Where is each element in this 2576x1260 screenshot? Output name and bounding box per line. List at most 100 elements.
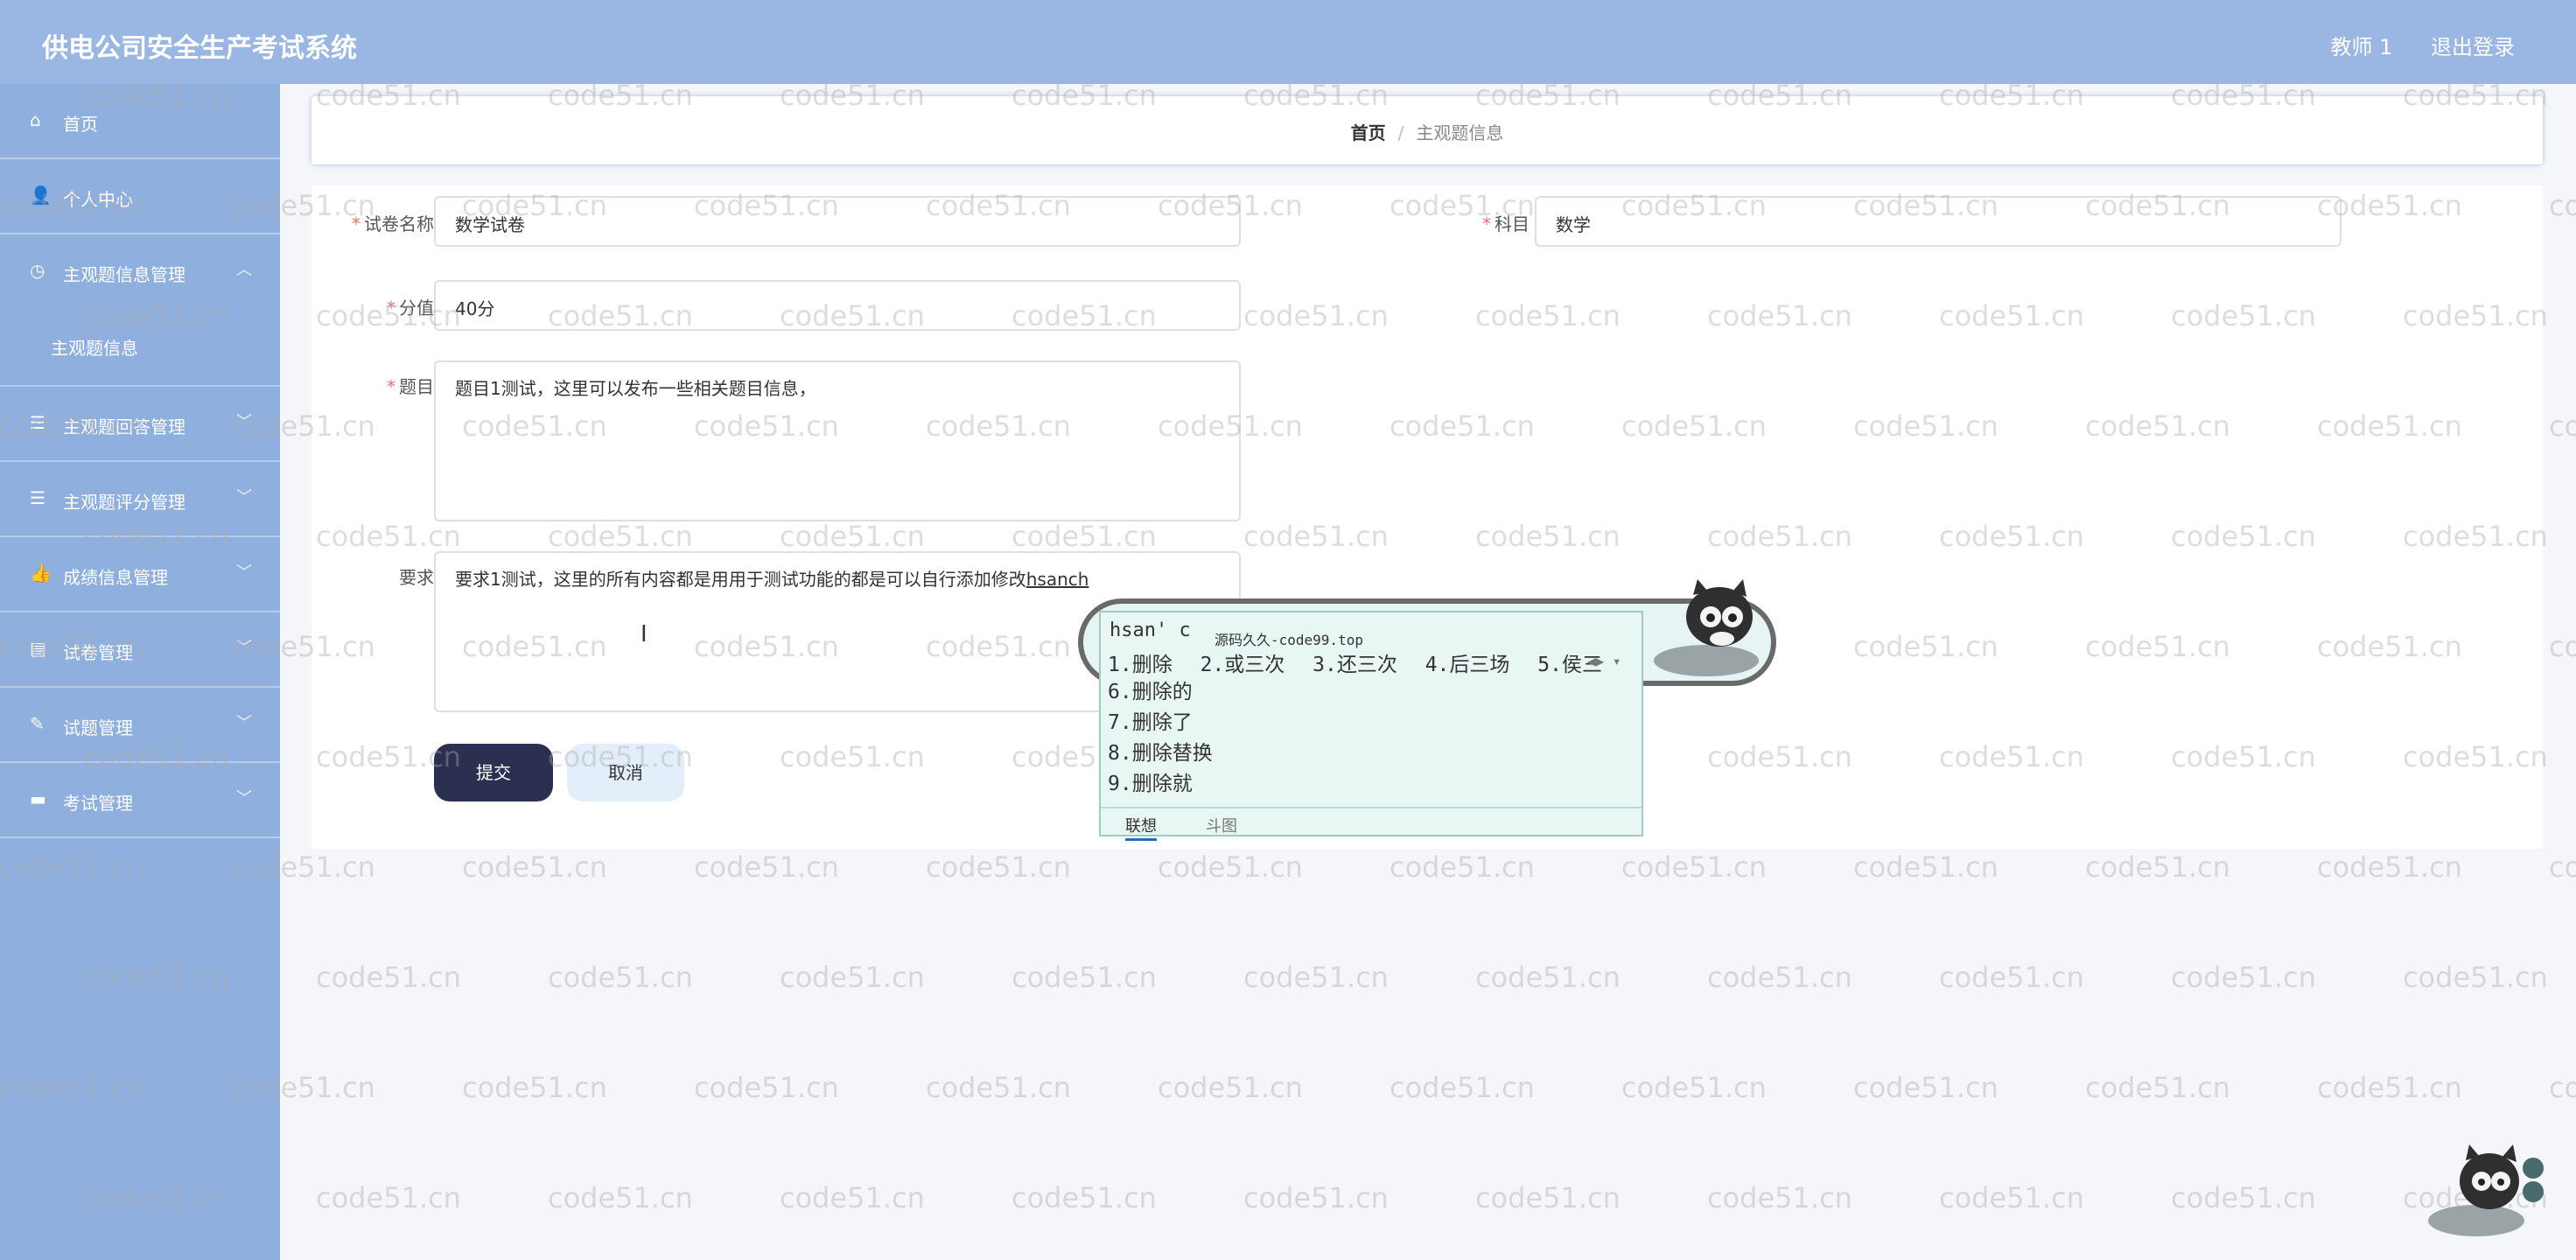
watermark-text: code51.cn	[1243, 961, 1389, 994]
ime-candidates-row: 1.删除 2.或三次 3.还三次 4.后三场 5.侯三	[1108, 648, 1618, 677]
user-icon: 👤	[30, 185, 52, 206]
chevron-down-icon: ﹀	[236, 413, 252, 431]
watermark-text: code51.cn	[1621, 850, 1767, 884]
watermark-text: code51.cn	[462, 850, 607, 884]
watermark-text: code51.cn	[2171, 961, 2316, 994]
ime-page-nav-icon[interactable]: ◀▶ ▾	[1587, 653, 1621, 669]
watermark-text: code51.cn	[1853, 1071, 1998, 1104]
watermark-text: code51.cn	[316, 1181, 461, 1214]
sidebar-item-papers[interactable]: ▤ 试卷管理 ﹀	[0, 612, 280, 688]
watermark-text: code51.cn	[2549, 630, 2576, 663]
chevron-down-icon: ﹀	[236, 714, 252, 732]
watermark-text: code51.cn	[694, 850, 839, 884]
breadcrumb-card: 首页 / 主观题信息	[312, 96, 2543, 164]
ime-input-text: hsan' c	[1110, 620, 1191, 641]
watermark-text: code51.cn	[1853, 850, 1998, 884]
paper-name-label: * 试卷名称	[352, 214, 434, 234]
chevron-down-icon: ﹀	[236, 639, 252, 657]
watermark-text: code51.cn	[2549, 189, 2576, 222]
watermark-text: code51.cn	[1012, 961, 1157, 994]
score-input[interactable]: 40分	[434, 280, 1241, 331]
requirement-text: 要求1测试，这里的所有内容都是用用于测试功能的都是可以自行添加修改	[455, 569, 1026, 590]
ime-candidate[interactable]: 2.或三次	[1200, 654, 1285, 676]
chat-icon: ▬	[30, 788, 46, 809]
corner-mascot-icon	[2428, 1144, 2544, 1236]
submenu-item-subjective-info[interactable]: 主观题信息	[51, 334, 138, 360]
watermark-text: code51.cn	[1939, 1181, 2084, 1214]
sidebar-item-label: 个人中心	[63, 189, 133, 210]
watermark-text: code51.cn	[1939, 961, 2084, 994]
watermark-text: code51.cn	[1158, 1071, 1303, 1104]
sidebar-item-label: 试题管理	[63, 718, 133, 738]
sidebar-item-subjective-score[interactable]: ☰ 主观题评分管理 ﹀	[0, 462, 280, 537]
watermark-text: code51.cn	[1475, 961, 1620, 994]
chevron-down-icon: ﹀	[236, 488, 252, 507]
ime-candidate[interactable]: 3.还三次	[1312, 654, 1397, 676]
watermark-text: code51.cn	[926, 1071, 1071, 1104]
watermark-text: code51.cn	[1012, 1181, 1157, 1214]
ime-candidate[interactable]: 6.删除的	[1108, 677, 1213, 708]
ime-candidate[interactable]: 8.删除替换	[1108, 738, 1213, 769]
current-user[interactable]: 教师 1	[2330, 35, 2392, 60]
list-icon: ☰	[30, 412, 46, 433]
watermark-text: code51.cn	[1707, 1181, 1852, 1214]
sidebar-item-grades[interactable]: 👍 成绩信息管理 ﹀	[0, 537, 280, 612]
watermark-text: code51.cn	[2317, 1071, 2462, 1104]
requirement-label: 要求	[399, 567, 434, 588]
watermark-text: code51.cn	[780, 1181, 925, 1214]
watermark-text: code51.cn	[1243, 1181, 1389, 1214]
sidebar-item-home[interactable]: ⌂ 首页	[0, 84, 280, 159]
clock-icon: ◷	[30, 260, 46, 281]
sidebar-item-label: 主观题回答管理	[63, 416, 186, 438]
sidebar-item-subjective-info[interactable]: ◷ 主观题信息管理 ︿ 主观题信息	[0, 234, 280, 387]
watermark-text: code51.cn	[2549, 410, 2576, 443]
cancel-button[interactable]: 取消	[567, 744, 684, 802]
sidebar-item-exams[interactable]: ▬ 考试管理 ﹀	[0, 763, 280, 838]
ime-tab-association[interactable]: 联想	[1125, 814, 1157, 841]
watermark-text: code51.cn	[1707, 961, 1852, 994]
sidebar-item-label: 成绩信息管理	[63, 567, 168, 588]
app-title: 供电公司安全生产考试系统	[42, 33, 357, 64]
watermark-text: code51.cn	[694, 1071, 839, 1104]
ime-candidate[interactable]: 7.删除了	[1108, 708, 1213, 738]
watermark-text: code51.cn	[1390, 1071, 1535, 1104]
thumb-icon: 👍	[30, 563, 52, 584]
edit-icon: ✎	[30, 713, 45, 734]
sidebar-item-subjective-answer[interactable]: ☰ 主观题回答管理 ﹀	[0, 387, 280, 462]
breadcrumb: 首页 / 主观题信息	[312, 119, 2543, 144]
watermark-text: code51.cn	[926, 850, 1071, 884]
watermark-text: code51.cn	[316, 961, 461, 994]
ime-candidate[interactable]: 9.删除就	[1108, 769, 1213, 800]
question-label: * 题目	[387, 376, 434, 397]
top-header: 供电公司安全生产考试系统 教师 1 退出登录	[0, 0, 2576, 84]
watermark-text: code51.cn	[1621, 1071, 1767, 1104]
logout-link[interactable]: 退出登录	[2431, 35, 2515, 60]
ime-candidate[interactable]: 4.后三场	[1425, 654, 1510, 676]
ime-candidate-window: hsan' c 源码久久-code99.top 1.删除 2.或三次 3.还三次…	[1099, 611, 1643, 841]
ime-composing-text: hsanch	[1026, 569, 1089, 590]
chevron-up-icon: ︿	[236, 261, 252, 279]
header-actions: 教师 1 退出登录	[2299, 30, 2515, 60]
watermark-text: code51.cn	[2085, 850, 2230, 884]
sidebar-item-label: 主观题评分管理	[63, 492, 186, 513]
watermark-text: code51.cn	[1158, 850, 1303, 884]
ime-tab-stickers[interactable]: 斗图	[1206, 814, 1237, 836]
breadcrumb-current: 主观题信息	[1416, 122, 1504, 144]
watermark-text: code51.cn	[2549, 850, 2576, 884]
sidebar-item-profile[interactable]: 👤 个人中心	[0, 159, 280, 234]
subject-label: * 科目	[1482, 214, 1530, 234]
watermark-text: code51.cn	[2317, 850, 2462, 884]
paper-name-input[interactable]: 数学试卷	[434, 196, 1241, 247]
submit-button[interactable]: 提交	[434, 744, 553, 802]
ime-candidates-list: 6.删除的 7.删除了 8.删除替换 9.删除就	[1108, 677, 1213, 800]
sidebar-item-questions[interactable]: ✎ 试题管理 ﹀	[0, 688, 280, 763]
chevron-down-icon: ﹀	[236, 789, 252, 808]
list-icon: ☰	[30, 487, 46, 508]
question-textarea[interactable]: 题目1测试，这里可以发布一些相关题目信息，	[434, 360, 1241, 522]
breadcrumb-home[interactable]: 首页	[1351, 122, 1386, 144]
home-icon: ⌂	[30, 109, 41, 130]
sidebar-item-label: 试卷管理	[63, 642, 133, 663]
subject-input[interactable]: 数学	[1535, 196, 2342, 247]
ime-candidate[interactable]: 1.删除	[1108, 654, 1172, 676]
watermark-text: code51.cn	[2403, 961, 2548, 994]
